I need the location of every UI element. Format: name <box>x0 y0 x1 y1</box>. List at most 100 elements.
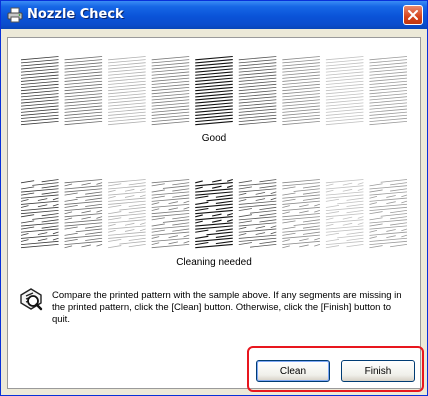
pattern-line <box>215 194 233 198</box>
pattern-line <box>108 99 146 104</box>
pattern-line <box>299 210 309 214</box>
pattern-line <box>259 240 277 245</box>
pattern-line <box>282 117 320 123</box>
pattern-line <box>255 226 266 229</box>
pattern-line <box>64 117 103 123</box>
pattern-line <box>380 179 408 183</box>
pattern-line <box>64 93 103 98</box>
pattern-line <box>369 68 408 73</box>
pattern-line <box>226 219 233 222</box>
pattern-line <box>108 108 146 113</box>
pattern-line <box>195 83 233 89</box>
pattern-line <box>314 203 321 207</box>
pattern-line <box>282 220 296 224</box>
pattern-line <box>215 200 233 204</box>
pattern-line <box>108 62 146 67</box>
pattern-line <box>369 189 383 193</box>
pattern-line <box>342 216 353 220</box>
pattern-line <box>369 223 383 227</box>
pattern-line <box>195 195 209 199</box>
title-bar[interactable]: Nozzle Check <box>1 1 427 29</box>
pattern-line <box>212 219 222 223</box>
pattern-line <box>325 99 364 104</box>
pattern-line <box>151 108 190 113</box>
pattern-line <box>195 89 233 95</box>
pattern-line <box>226 212 233 216</box>
pattern-line <box>282 93 320 98</box>
close-button[interactable] <box>403 5 423 25</box>
pattern-line <box>238 214 252 218</box>
pattern-line <box>20 56 59 61</box>
pattern-line <box>172 188 190 192</box>
pattern-line <box>96 210 103 213</box>
pattern-line <box>401 234 408 238</box>
pattern-line <box>151 59 190 64</box>
pattern-line <box>20 234 59 239</box>
pattern-segment <box>238 56 277 126</box>
pattern-line <box>64 198 78 202</box>
pattern-line <box>302 185 320 189</box>
pattern-line <box>81 210 91 214</box>
pattern-line <box>168 241 179 245</box>
pattern-line <box>346 210 364 214</box>
pattern-line <box>238 226 247 230</box>
clean-button[interactable]: Clean <box>256 360 330 382</box>
pattern-line <box>401 194 408 198</box>
pattern-line <box>20 114 59 119</box>
pattern-line <box>238 71 277 76</box>
pattern-line <box>64 77 103 82</box>
pattern-line <box>108 230 116 233</box>
pattern-line <box>195 68 233 73</box>
pattern-line <box>124 195 135 198</box>
pattern-segment <box>282 56 320 126</box>
pattern-line <box>20 99 59 104</box>
pattern-line <box>151 217 165 221</box>
pattern-line <box>325 96 364 101</box>
pattern-line <box>282 108 320 113</box>
pattern-line <box>75 194 103 199</box>
pattern-line <box>64 213 103 218</box>
pattern-line <box>195 225 233 230</box>
pattern-line <box>108 205 122 208</box>
pattern-line <box>238 199 247 202</box>
pattern-segment <box>325 179 364 249</box>
finish-button[interactable]: Finish <box>341 360 415 382</box>
pattern-line <box>282 59 320 64</box>
pattern-line <box>52 231 59 235</box>
pattern-line <box>20 180 35 184</box>
pattern-line <box>64 185 103 190</box>
pattern-line <box>195 117 233 123</box>
pattern-line <box>270 191 277 195</box>
pattern-line <box>151 114 190 119</box>
pattern-line <box>206 197 233 202</box>
pattern-segment <box>64 179 103 249</box>
pattern-line <box>342 222 353 226</box>
pattern-line <box>282 200 320 205</box>
pattern-line <box>390 222 408 226</box>
pattern-line <box>64 71 103 76</box>
pattern-line <box>20 93 59 98</box>
pattern-line <box>151 87 190 92</box>
pattern-line <box>282 216 320 221</box>
pattern-line <box>108 185 146 190</box>
pattern-line <box>139 228 146 232</box>
pattern-line <box>369 71 408 76</box>
pattern-line <box>238 102 277 107</box>
pattern-line <box>337 234 364 239</box>
pattern-line <box>151 77 190 82</box>
window-title: Nozzle Check <box>27 7 124 22</box>
pattern-line <box>195 214 203 218</box>
pattern-line <box>238 111 277 116</box>
pattern-segment <box>195 178 233 249</box>
pattern-line <box>183 200 190 204</box>
pattern-line <box>108 59 146 64</box>
pattern-line <box>20 186 35 190</box>
pattern-line <box>139 188 146 191</box>
pattern-line <box>108 239 122 242</box>
nozzle-check-icon <box>20 288 43 311</box>
pattern-line <box>325 80 364 85</box>
pattern-line <box>195 71 233 76</box>
pattern-line <box>369 102 408 107</box>
pattern-line <box>282 239 290 242</box>
pattern-line <box>282 205 290 208</box>
